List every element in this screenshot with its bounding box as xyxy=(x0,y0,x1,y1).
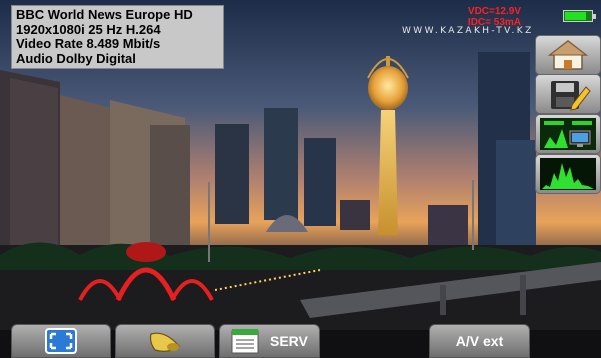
spectrum-button[interactable] xyxy=(535,154,601,194)
power-readout: VDC=12.9V IDC= 53mA xyxy=(468,6,521,28)
battery-level-fill xyxy=(565,12,586,20)
save-button[interactable] xyxy=(535,74,601,114)
audio-button[interactable] xyxy=(115,324,215,358)
home-button[interactable] xyxy=(535,35,601,75)
service-list-icon xyxy=(231,329,259,354)
audio-format: Audio Dolby Digital xyxy=(16,50,136,66)
service-button[interactable]: SERV xyxy=(219,324,320,358)
spectrum-icon xyxy=(540,158,596,190)
speaker-icon xyxy=(149,332,180,352)
fullscreen-button[interactable] xyxy=(11,324,111,358)
video-format: 1920x1080i 25 Hz H.264 xyxy=(16,21,161,37)
video-preview: BBC World News Europe HD 1920x1080i 25 H… xyxy=(0,0,601,358)
channel-name: BBC World News Europe HD xyxy=(16,7,193,22)
av-ext-button[interactable]: A/V ext xyxy=(429,324,530,358)
channel-info-panel: BBC World News Europe HD 1920x1080i 25 H… xyxy=(11,5,224,69)
home-icon xyxy=(547,40,589,70)
vdc-value: VDC=12.9V xyxy=(467,6,521,17)
signal-monitor-icon xyxy=(540,118,596,150)
save-icon xyxy=(551,81,591,111)
battery-indicator xyxy=(563,10,596,22)
signal-monitor-button[interactable] xyxy=(535,114,601,154)
av-ext-button-label: A/V ext xyxy=(455,333,504,349)
fullscreen-icon xyxy=(45,328,77,354)
video-rate: Video Rate 8.489 Mbit/s xyxy=(16,36,161,51)
idc-value: IDC= 53mA xyxy=(467,17,521,28)
service-button-label: SERV xyxy=(270,333,308,349)
